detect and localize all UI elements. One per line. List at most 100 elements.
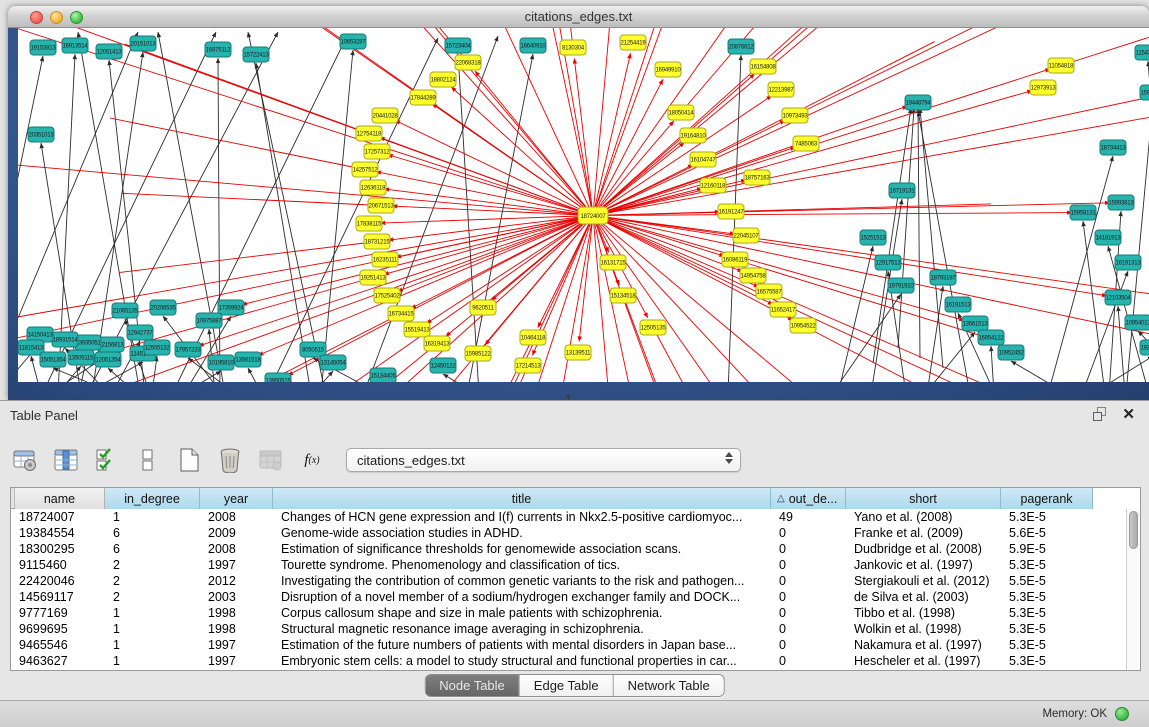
table-cell: Corpus callosum shape and size in male p… <box>273 605 771 621</box>
graph-node-label: 11054818 <box>1049 64 1075 70</box>
graph-node-label: 11652417 <box>771 308 797 314</box>
scrollbar-thumb[interactable] <box>1129 511 1138 549</box>
graph-node-label: 12450122 <box>430 364 456 370</box>
create-column-icon[interactable] <box>174 445 204 475</box>
graph-node-label: 17957233 <box>175 348 201 354</box>
table-row[interactable]: 1938455462009Genome-wide association stu… <box>11 525 1126 541</box>
tab-node-table[interactable]: Node Table <box>425 675 520 696</box>
table-row[interactable]: 2242004622012Investigating the contribut… <box>11 573 1126 589</box>
graph-node-label: 15519413 <box>404 328 430 334</box>
graph-node-label: 12160118 <box>701 184 727 190</box>
graph-node-label: 19153813 <box>30 46 56 52</box>
table-cell: 9463627 <box>11 653 105 669</box>
graph-node-label: 16719131 <box>889 189 915 195</box>
graph-node-label: 12754118 <box>357 132 383 138</box>
table-panel-header: Table Panel ✕ <box>0 401 1149 431</box>
graph-node-label: 15914137 <box>1140 91 1149 97</box>
graph-node-label: 8130304 <box>562 46 585 52</box>
table-row[interactable]: 1872400712008Changes of HCN gene express… <box>11 509 1126 525</box>
column-header-out-degree[interactable]: △out_de... <box>771 488 846 509</box>
table-cell: 1 <box>105 509 200 525</box>
column-header-name[interactable]: name <box>15 488 105 509</box>
table-cell: 1 <box>105 621 200 637</box>
graph-node-label: 8050515 <box>302 348 325 354</box>
table-row[interactable]: 946554611997Estimation of the future num… <box>11 637 1126 653</box>
memory-status-label: Memory: OK <box>1042 708 1107 720</box>
table-cell: Estimation of significance thresholds fo… <box>273 541 771 557</box>
delete-table-icon[interactable] <box>256 445 286 475</box>
table-mode-icon[interactable] <box>10 445 40 475</box>
graph-node-label: 12156813 <box>98 343 124 349</box>
graph-node-label: 18931514 <box>52 338 78 344</box>
table-cell: 0 <box>771 605 846 621</box>
graph-node-label: 20441028 <box>372 114 398 120</box>
table-row[interactable]: 946362711997Embryonic stem cells: a mode… <box>11 653 1126 669</box>
table-cell: 1998 <box>200 605 273 621</box>
graph-node-label: 20151013 <box>130 42 156 48</box>
table-cell: 0 <box>771 637 846 653</box>
table-cell: de Silva et al. (2003) <box>846 589 1001 605</box>
function-builder-icon[interactable]: f(x) <box>297 445 327 475</box>
column-header-year[interactable]: year <box>200 488 273 509</box>
window-titlebar[interactable]: citations_edges.txt <box>8 6 1149 28</box>
graph-node-label: 20671513 <box>368 204 394 210</box>
panel-title: Table Panel <box>10 408 78 423</box>
graph-hub-label: 18724007 <box>580 214 606 220</box>
graph-node-label: 13145054 <box>320 361 346 367</box>
table-row[interactable]: 969969511998Structural magnetic resonanc… <box>11 621 1126 637</box>
column-header-short[interactable]: short <box>846 488 1001 509</box>
table-cell: 2012 <box>200 573 273 589</box>
table-row[interactable]: 977716911998Corpus callosum shape and si… <box>11 605 1126 621</box>
tab-network-table[interactable]: Network Table <box>614 675 724 696</box>
graph-node-label: 13935051 <box>75 341 101 347</box>
graph-node-label: 18050414 <box>668 111 694 117</box>
float-panel-icon[interactable] <box>1093 407 1108 422</box>
close-panel-icon[interactable]: ✕ <box>1122 407 1135 422</box>
table-row[interactable]: 1456911722003Disruption of a novel membe… <box>11 589 1126 605</box>
table-vertical-scrollbar[interactable] <box>1126 509 1140 670</box>
column-header-pagerank[interactable]: pagerank <box>1001 488 1093 509</box>
table-row[interactable]: 1830029562008Estimation of significance … <box>11 541 1126 557</box>
select-all-columns-icon[interactable] <box>92 445 122 475</box>
node-table-body[interactable]: 1872400712008Changes of HCN gene express… <box>11 509 1126 670</box>
column-header-filler <box>1093 488 1140 509</box>
graph-node-label: 16131715 <box>600 261 626 267</box>
graph-node-label: 19448794 <box>905 101 931 107</box>
graph-node-label: 15134518 <box>610 294 636 300</box>
citation-network-graph[interactable]: 1915381316913514120514132015101316875112… <box>18 28 1149 382</box>
graph-node-label: 18802124 <box>430 78 456 84</box>
node-table-header: name in_degree year title △out_de... sho… <box>11 488 1140 509</box>
delete-columns-icon[interactable] <box>215 445 245 475</box>
table-row[interactable]: 911546021997Tourette syndrome. Phenomeno… <box>11 557 1126 573</box>
graph-node-label: 13950515 <box>265 379 291 382</box>
table-cell: 1997 <box>200 653 273 669</box>
table-cell: Yano et al. (2008) <box>846 509 1001 525</box>
unselect-all-columns-icon[interactable] <box>133 445 163 475</box>
graph-node-label: 14954758 <box>740 274 766 280</box>
column-header-title[interactable]: title <box>273 488 771 509</box>
table-cell: 0 <box>771 621 846 637</box>
table-source-select[interactable]: citations_edges.txt <box>346 448 741 472</box>
graph-node-label: 16875112 <box>206 48 232 54</box>
tab-edge-table[interactable]: Edge Table <box>520 675 614 696</box>
graph-node-label: 17359924 <box>218 306 244 312</box>
graph-node-label: 10954013 <box>1125 321 1149 327</box>
memory-ok-icon[interactable] <box>1115 707 1129 721</box>
graph-node-label: 18793197 <box>930 276 956 282</box>
column-header-in-degree[interactable]: in_degree <box>105 488 200 509</box>
graph-node-label: 15985122 <box>465 352 491 358</box>
table-cell: 9115460 <box>11 557 105 573</box>
splitter-handle-icon[interactable]: ▾ <box>566 392 571 403</box>
show-columns-icon[interactable] <box>51 445 81 475</box>
table-cell: Tourette syndrome. Phenomenology and cla… <box>273 557 771 573</box>
graph-node-label: 17838115 <box>357 222 383 228</box>
graph-node-label: 15134405 <box>370 374 396 380</box>
sort-ascending-icon: △ <box>777 493 785 504</box>
table-cell: 0 <box>771 541 846 557</box>
table-cell: 1 <box>105 653 200 669</box>
network-canvas[interactable]: 1915381316913514120514132015101316875112… <box>18 28 1149 382</box>
table-cell: 5.3E-5 <box>1001 621 1093 637</box>
graph-node-label: 10952452 <box>998 351 1024 357</box>
table-cell: 5.3E-5 <box>1001 589 1093 605</box>
table-cell: Changes of HCN gene expression and I(f) … <box>273 509 771 525</box>
